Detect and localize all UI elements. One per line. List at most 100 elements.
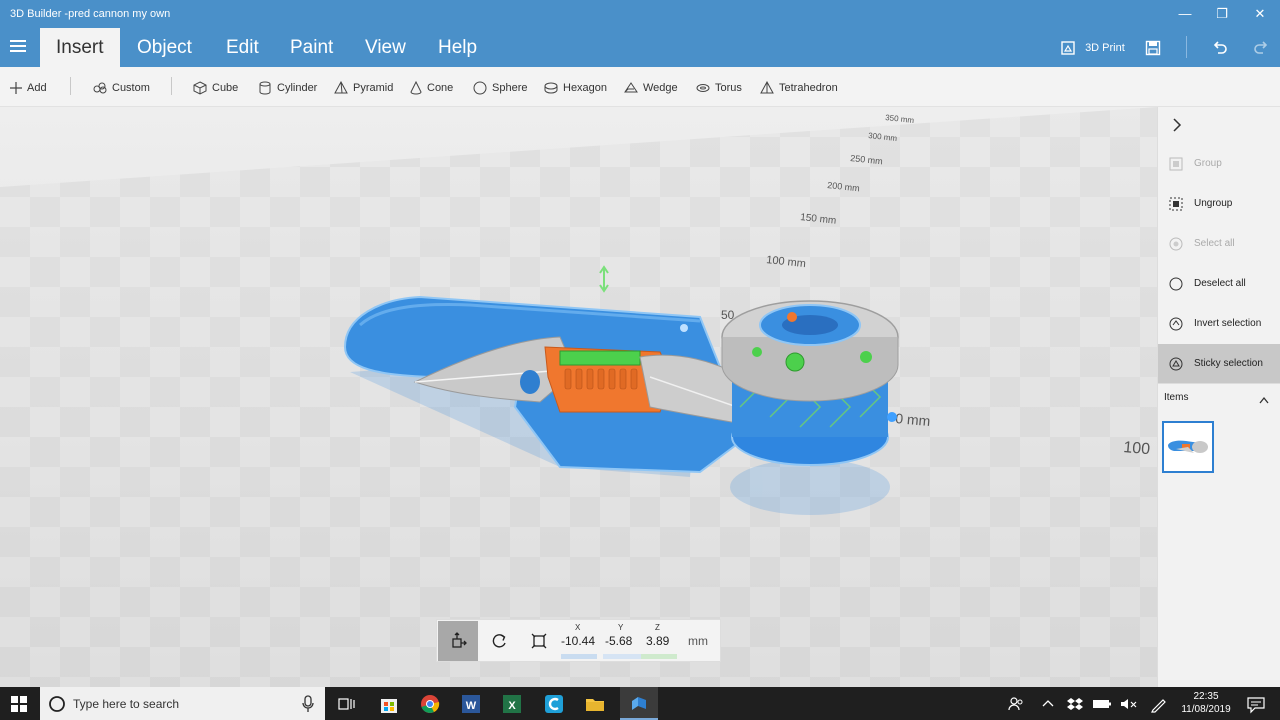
- task-view-icon[interactable]: [335, 692, 359, 716]
- action-center-icon[interactable]: [1244, 692, 1268, 716]
- add-label: Add: [27, 82, 47, 94]
- close-icon[interactable]: ✕: [1249, 4, 1271, 24]
- chevron-right-icon: [1173, 118, 1182, 132]
- orange-vents: [564, 368, 638, 390]
- tetrahedron-button[interactable]: Tetrahedron: [760, 79, 838, 97]
- redo-button[interactable]: [1252, 38, 1270, 58]
- clock-time: 22:35: [1193, 691, 1219, 702]
- group-label: Group: [1194, 158, 1222, 169]
- custom-shape-icon: [93, 82, 107, 94]
- people-icon[interactable]: [1004, 692, 1028, 716]
- z-axis-indicator: [641, 654, 677, 659]
- scene[interactable]: 350 mm 300 mm 250 mm 200 mm 150 mm 100 m…: [0, 107, 1157, 687]
- move-tool-button[interactable]: [438, 621, 478, 661]
- 3d-print-button[interactable]: 3D Print: [1060, 38, 1125, 58]
- chrome-icon[interactable]: [418, 692, 442, 716]
- pen-icon[interactable]: [1147, 692, 1171, 716]
- 3d-builder-taskbar-icon[interactable]: [620, 687, 658, 720]
- redo-icon: [1254, 41, 1268, 54]
- cone-button[interactable]: Cone: [410, 79, 453, 97]
- y-axis-indicator: [603, 654, 641, 659]
- search-placeholder: Type here to search: [73, 697, 180, 711]
- title-bar: 3D Builder -pred cannon my own — ❐ ✕: [0, 0, 1280, 28]
- 3d-viewport[interactable]: 350 mm 300 mm 250 mm 200 mm 150 mm 100 m…: [0, 107, 1157, 687]
- deselect-all-icon: [1169, 277, 1183, 291]
- cone-icon: [410, 80, 422, 95]
- z-label: Z: [655, 623, 660, 632]
- add-button[interactable]: Add: [10, 79, 47, 97]
- battery-icon[interactable]: [1090, 692, 1114, 716]
- x-value-field[interactable]: -10.44: [561, 634, 595, 648]
- cannon-thumbnail-icon: [1168, 440, 1208, 453]
- group-button[interactable]: Group: [1158, 144, 1280, 184]
- minimize-icon[interactable]: —: [1174, 4, 1196, 24]
- ribbon: Insert Object Edit Paint View Help 3D Pr…: [0, 28, 1280, 67]
- cylinder-icon: [259, 81, 271, 95]
- torus-icon: [696, 84, 710, 93]
- rotate-tool-button[interactable]: [479, 621, 519, 661]
- ruler-350: 350 mm: [885, 113, 915, 125]
- invert-selection-button[interactable]: Invert selection: [1158, 304, 1280, 344]
- hexagon-button[interactable]: Hexagon: [544, 79, 607, 97]
- excel-icon[interactable]: X: [500, 692, 524, 716]
- cylinder-label: Cylinder: [277, 82, 318, 94]
- save-icon: [1145, 40, 1161, 56]
- cylinder-button[interactable]: Cylinder: [258, 79, 317, 97]
- transform-bar: X Y Z -10.44 -5.68 3.89 mm: [436, 619, 721, 662]
- scale-icon: [531, 633, 547, 649]
- y-label: Y: [618, 623, 624, 632]
- torus-button[interactable]: Torus: [696, 79, 742, 97]
- ungroup-button[interactable]: Ungroup: [1158, 184, 1280, 224]
- pyramid-button[interactable]: Pyramid: [334, 79, 393, 97]
- cube-icon: [193, 81, 207, 95]
- tab-insert[interactable]: Insert: [40, 28, 120, 67]
- word-icon[interactable]: W: [459, 692, 483, 716]
- x-label: X: [575, 623, 581, 632]
- menu-icon[interactable]: [10, 40, 26, 52]
- select-all-button[interactable]: Select all: [1158, 224, 1280, 264]
- tab-view[interactable]: View: [349, 28, 422, 67]
- sphere-button[interactable]: Sphere: [473, 79, 527, 97]
- select-all-label: Select all: [1194, 238, 1235, 249]
- show-hidden-icons-icon[interactable]: [1036, 692, 1060, 716]
- volume-muted-icon[interactable]: [1117, 692, 1141, 716]
- tab-edit[interactable]: Edit: [210, 28, 275, 67]
- deselect-all-button[interactable]: Deselect all: [1158, 264, 1280, 304]
- ruler-100-side: 100: [1123, 439, 1151, 458]
- dropbox-icon[interactable]: [1063, 692, 1087, 716]
- store-icon[interactable]: [377, 692, 401, 716]
- undo-button[interactable]: [1211, 38, 1229, 58]
- taskbar-search[interactable]: Type here to search: [40, 687, 325, 720]
- insert-toolbar: Add Custom Cube Cylinder Pyramid Cone Sp…: [0, 67, 1280, 107]
- search-circle-icon: [49, 696, 65, 712]
- scale-tool-button[interactable]: [519, 621, 559, 661]
- invert-selection-icon: [1169, 317, 1183, 331]
- tab-paint[interactable]: Paint: [274, 28, 349, 67]
- cone-label: Cone: [427, 82, 454, 94]
- sticky-selection-label: Sticky selection: [1194, 358, 1263, 369]
- y-value-field[interactable]: -5.68: [605, 634, 632, 648]
- sticky-selection-button[interactable]: Sticky selection: [1158, 344, 1280, 384]
- items-collapse-button[interactable]: [1258, 392, 1270, 410]
- items-header: Items: [1164, 392, 1189, 403]
- save-button[interactable]: [1145, 38, 1161, 58]
- wedge-label: Wedge: [643, 82, 678, 94]
- selection-panel: Group Ungroup Select all Deselect all In…: [1157, 107, 1280, 687]
- tab-help[interactable]: Help: [422, 28, 493, 67]
- tab-object[interactable]: Object: [121, 28, 208, 67]
- move-icon: [452, 632, 467, 648]
- collapse-panel-button[interactable]: [1170, 117, 1190, 137]
- wedge-button[interactable]: Wedge: [624, 79, 678, 97]
- pyramid-icon: [334, 81, 348, 94]
- cube-button[interactable]: Cube: [193, 79, 238, 97]
- maximize-icon[interactable]: ❐: [1211, 4, 1233, 24]
- x-axis-indicator: [561, 654, 597, 659]
- file-explorer-icon[interactable]: [583, 692, 607, 716]
- z-value-field[interactable]: 3.89: [646, 634, 669, 648]
- custom-button[interactable]: Custom: [93, 79, 150, 97]
- start-button[interactable]: [10, 695, 28, 718]
- clock[interactable]: 22:35 11/08/2019: [1176, 690, 1236, 716]
- unit-selector[interactable]: mm: [688, 634, 708, 648]
- item-thumbnail[interactable]: [1162, 421, 1214, 473]
- ccleaner-icon[interactable]: [542, 692, 566, 716]
